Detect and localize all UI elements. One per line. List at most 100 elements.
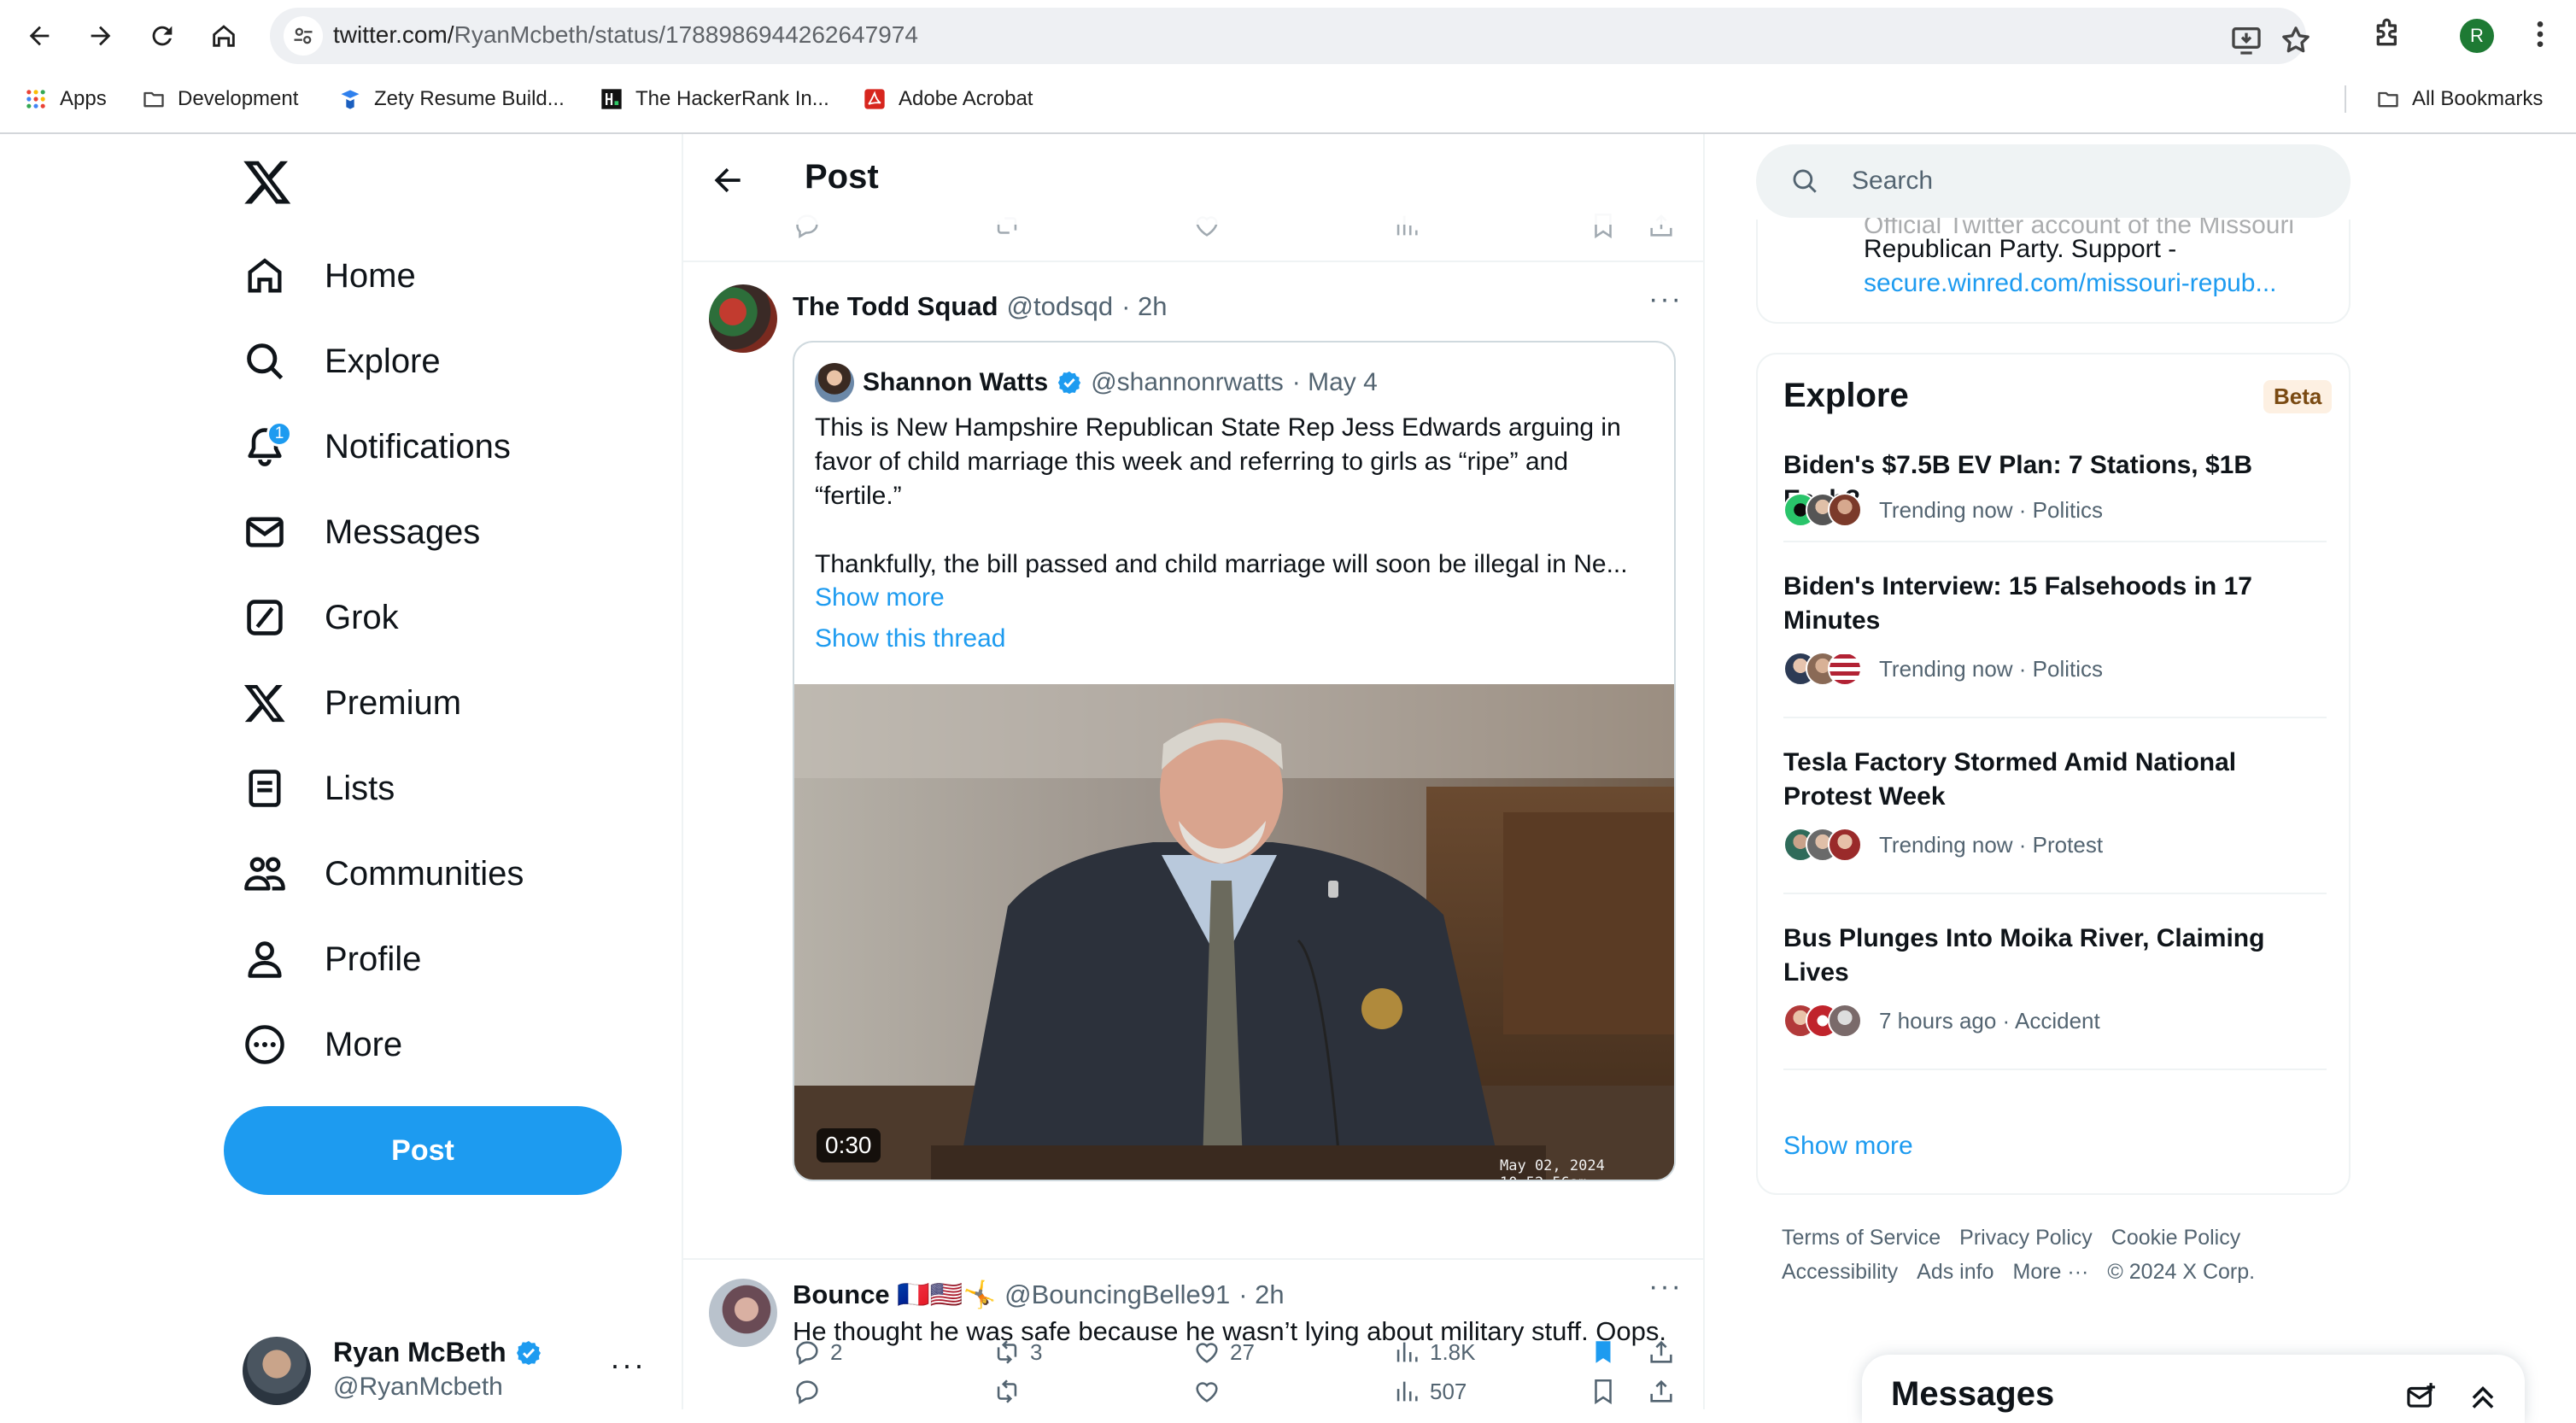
bookmark-adobe-acrobat[interactable]: Adobe Acrobat xyxy=(863,82,1033,116)
messages-drawer[interactable]: Messages xyxy=(1862,1355,2525,1423)
chevron-up-double-icon[interactable] xyxy=(2467,1380,2499,1413)
nav-premium[interactable]: Premium xyxy=(243,677,461,729)
browser-back-button[interactable] xyxy=(19,15,60,56)
main-header: Post xyxy=(683,134,1703,225)
footer-link[interactable]: Privacy Policy xyxy=(1959,1226,2093,1250)
bookmark-all-bookmarks[interactable]: All Bookmarks xyxy=(2376,82,2543,116)
show-more-link[interactable]: Show more xyxy=(815,583,945,612)
post-button[interactable]: Post xyxy=(224,1106,622,1195)
explore-panel: Explore Beta Biden's $7.5B EV Plan: 7 St… xyxy=(1756,353,2351,1195)
trend-meta-row: Trending now · Politics xyxy=(1783,493,2103,527)
video-player[interactable]: 0:30 May 02, 2024 10:52:56am xyxy=(794,684,1674,1180)
video-duration: 0:30 xyxy=(817,1128,881,1162)
repost-button[interactable] xyxy=(992,1373,1022,1409)
nav-communities[interactable]: Communities xyxy=(243,848,524,899)
bookmark-apps[interactable]: Apps xyxy=(24,82,107,116)
site-settings-icon[interactable] xyxy=(284,16,323,56)
tweet-todd-squad[interactable]: The Todd Squad @todsqd · 2h ··· Shannon … xyxy=(683,262,1703,1391)
tweet-avatar[interactable] xyxy=(709,1279,777,1347)
extensions-puzzle-icon[interactable] xyxy=(2369,15,2407,53)
bookmark-development[interactable]: Development xyxy=(142,82,298,116)
account-switcher[interactable]: Ryan McBeth @RyanMcbeth ··· xyxy=(243,1330,653,1407)
bookmark-zety[interactable]: Zety Resume Build... xyxy=(338,82,565,116)
tweet-bounce[interactable]: Bounce 🇫🇷🇺🇸🤸 @BouncingBelle91 · 2h ··· H… xyxy=(683,1260,1703,1409)
views-button[interactable]: 507 xyxy=(1392,1373,1467,1409)
search-input[interactable] xyxy=(1852,160,2330,202)
install-app-icon[interactable] xyxy=(2229,23,2263,57)
copyright-text: © 2024 X Corp. xyxy=(2107,1260,2256,1284)
quote-text-line: “fertile.” xyxy=(815,482,902,510)
browser-home-button[interactable] xyxy=(203,15,244,56)
trend-meta: Trending now · Politics xyxy=(1879,655,2104,682)
footer-link[interactable]: More ··· xyxy=(2013,1260,2089,1284)
tweet-more-icon[interactable]: ··· xyxy=(1648,1270,1683,1303)
trend-headline: Tesla Factory Stormed Amid National xyxy=(1783,748,2237,776)
nav-grok[interactable]: Grok xyxy=(243,592,399,643)
trend-meta-row: 7 hours ago · Accident xyxy=(1783,1004,2100,1038)
right-sidebar: Official Twitter account of the Missouri… xyxy=(1705,134,2576,1409)
tweet-author-handle[interactable]: @todsqd xyxy=(1007,291,1114,322)
bio-link[interactable]: secure.winred.com/missouri-repub... xyxy=(1864,269,2277,298)
apps-grid-icon xyxy=(26,90,45,108)
trend-item[interactable]: Biden's Interview: 15 Falsehoods in 17 M… xyxy=(1783,570,2327,686)
tweet-author-handle[interactable]: @BouncingBelle91 xyxy=(1004,1280,1230,1310)
footer-link[interactable]: Ads info xyxy=(1917,1260,1993,1284)
tweet-more-icon[interactable]: ··· xyxy=(1648,283,1683,316)
explore-show-more-link[interactable]: Show more xyxy=(1783,1132,1913,1161)
tweet-avatar[interactable] xyxy=(709,284,777,353)
view-count: 507 xyxy=(1430,1378,1467,1404)
browser-forward-button[interactable] xyxy=(80,15,121,56)
browser-menu-icon[interactable] xyxy=(2521,15,2559,53)
search-box[interactable] xyxy=(1756,144,2351,218)
nav-label: Messages xyxy=(325,512,481,551)
trend-item[interactable]: Tesla Factory Stormed Amid National Prot… xyxy=(1783,746,2327,862)
footer-link[interactable]: Terms of Service xyxy=(1782,1226,1941,1250)
url-path: RyanMcbeth/status/1788986944262647974 xyxy=(454,21,918,48)
x-logo-icon[interactable] xyxy=(241,156,294,208)
trend-avatars xyxy=(1783,828,1862,862)
tweet-author-name[interactable]: Bounce 🇫🇷🇺🇸🤸 xyxy=(793,1279,996,1310)
reload-icon xyxy=(152,26,173,46)
bookmark-label: Development xyxy=(178,87,299,110)
footer-link[interactable]: Cookie Policy xyxy=(2111,1226,2240,1250)
nav-notifications[interactable]: 1 Notifications xyxy=(243,421,511,472)
url-text[interactable]: twitter.com/RyanMcbeth/status/1788986944… xyxy=(333,21,918,49)
trend-item[interactable]: Bus Plunges Into Moika River, Claiming L… xyxy=(1783,922,2327,1038)
video-thumbnail xyxy=(794,684,1674,1180)
trend-item[interactable]: Biden's $7.5B EV Plan: 7 Stations, $1B E… xyxy=(1783,448,2327,527)
address-bar[interactable]: twitter.com/RyanMcbeth/status/1788986944… xyxy=(270,8,2310,64)
bookmark-hackerrank[interactable]: The HackerRank In... xyxy=(600,82,829,116)
quoted-tweet[interactable]: Shannon Watts @shannonrwatts · May 4 Thi… xyxy=(793,341,1676,1181)
nav-messages[interactable]: Messages xyxy=(243,507,480,558)
nav-explore[interactable]: Explore xyxy=(243,336,441,387)
bookmarks-bar: Apps Development Zety Resume Build... Th… xyxy=(0,82,2576,116)
bookmark-star-icon[interactable] xyxy=(2279,23,2313,57)
profile-avatar[interactable]: R xyxy=(2460,19,2494,53)
account-name-row: Ryan McBeth xyxy=(333,1337,542,1368)
browser-reload-button[interactable] xyxy=(142,15,183,56)
divider xyxy=(1783,893,2327,894)
share-button[interactable] xyxy=(1647,1373,1676,1409)
nav-label: Home xyxy=(325,256,416,295)
account-more-icon[interactable]: ··· xyxy=(610,1347,646,1383)
tweet-author-name[interactable]: The Todd Squad xyxy=(793,291,998,322)
show-thread-link[interactable]: Show this thread xyxy=(815,624,1005,653)
list-icon xyxy=(243,766,287,811)
post-button-label: Post xyxy=(391,1133,454,1167)
footer-link[interactable]: Accessibility xyxy=(1782,1260,1898,1284)
new-message-icon[interactable] xyxy=(2405,1380,2438,1413)
trend-headline: Protest Week xyxy=(1783,782,1946,811)
back-arrow-icon[interactable] xyxy=(709,161,746,199)
trend-headline: Biden's Interview: 15 Falsehoods in 17 xyxy=(1783,572,2252,600)
bookmark-button[interactable] xyxy=(1589,1373,1618,1409)
nav-label: Profile xyxy=(325,940,422,978)
reply-icon xyxy=(796,1380,818,1405)
nav-lists[interactable]: Lists xyxy=(243,763,395,814)
tweet-time[interactable]: · 2h xyxy=(1121,291,1167,322)
nav-more[interactable]: More xyxy=(243,1019,402,1070)
nav-profile[interactable]: Profile xyxy=(243,934,421,985)
nav-home[interactable]: Home xyxy=(243,250,416,302)
like-button[interactable] xyxy=(1192,1373,1221,1409)
tweet-time[interactable]: · 2h xyxy=(1238,1280,1284,1310)
reply-button[interactable] xyxy=(793,1373,822,1409)
